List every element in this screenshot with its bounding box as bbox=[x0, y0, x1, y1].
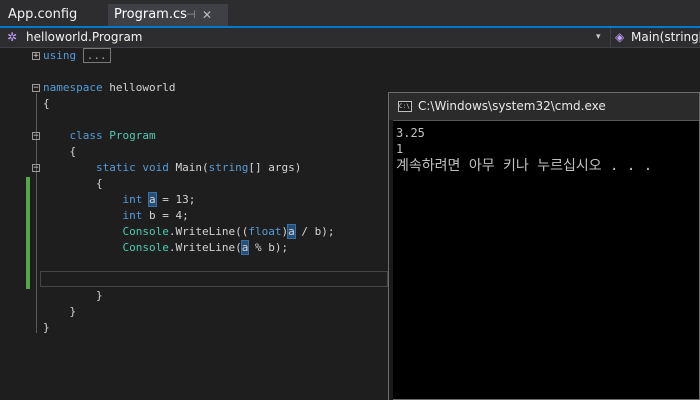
brace: } bbox=[69, 305, 77, 318]
keyword-namespace: namespace bbox=[43, 81, 103, 94]
cmd-output-line: 계속하려면 아무 키나 누르십시오 . . . bbox=[396, 158, 653, 174]
code-line-class: class Program bbox=[43, 128, 156, 144]
cmd-output-line: 3.25 bbox=[396, 126, 425, 140]
class-name: Program bbox=[109, 129, 156, 142]
brace: { bbox=[95, 177, 103, 190]
change-indicator-bar bbox=[26, 177, 30, 289]
expand-using-icon[interactable]: + bbox=[32, 52, 40, 61]
code-line-brace: { bbox=[43, 96, 50, 112]
brace: { bbox=[69, 145, 77, 158]
cmd-left-border bbox=[389, 120, 393, 400]
cmd-window[interactable]: C:\ C:\Windows\system32\cmd.exe 3.25 1 계… bbox=[388, 92, 700, 400]
tab-program-cs-label: Program.cs bbox=[114, 7, 187, 22]
code-line-main: static void Main(string[] args) bbox=[43, 160, 301, 176]
cmd-output-line: 1 bbox=[396, 142, 404, 156]
tab-app-config[interactable]: App.config bbox=[2, 4, 83, 26]
code-line-brace-close: } bbox=[43, 304, 77, 320]
collapse-method-icon[interactable]: − bbox=[32, 164, 40, 173]
keyword-class: class bbox=[69, 129, 103, 142]
method-name: Main( bbox=[175, 161, 209, 174]
keyword-void: void bbox=[142, 161, 169, 174]
type-dropdown[interactable]: ✲ helloworld.Program ▾ bbox=[0, 28, 608, 47]
console-class: Console bbox=[122, 241, 169, 254]
method-icon: ◈ bbox=[615, 30, 625, 44]
tab-program-cs[interactable]: Program.cs ⊣ ✕ bbox=[108, 4, 228, 26]
code-line-writeline-1: Console.WriteLine((float)a / b); bbox=[122, 224, 335, 239]
brace: } bbox=[95, 289, 103, 302]
assign-a: = 13; bbox=[155, 193, 196, 206]
namespace-name: helloworld bbox=[109, 81, 176, 94]
code-line-brace-close: } bbox=[43, 288, 103, 304]
fold-guide-method bbox=[36, 170, 37, 298]
collapse-class-icon[interactable]: − bbox=[32, 132, 40, 141]
brace: } bbox=[43, 321, 50, 334]
code-line-decl-a: int a = 13; bbox=[43, 192, 195, 208]
member-dropdown-label: Main(string[] bbox=[631, 30, 700, 44]
current-line-highlight bbox=[40, 271, 388, 287]
method-params: [] args) bbox=[248, 161, 302, 174]
writeline-args: / b); bbox=[294, 225, 335, 238]
brace: { bbox=[43, 97, 50, 110]
document-tab-strip: App.config Program.cs ⊣ ✕ bbox=[0, 0, 700, 26]
keyword-int: int bbox=[122, 193, 143, 206]
pin-icon[interactable]: ⊣ bbox=[186, 4, 196, 26]
keyword-string: string bbox=[208, 161, 249, 174]
close-icon[interactable]: ✕ bbox=[202, 4, 212, 26]
navigation-bar: ✲ helloworld.Program ▾ ◈ Main(string[] bbox=[0, 28, 700, 48]
chevron-down-icon: ▾ bbox=[596, 32, 601, 42]
code-line-decl-b: int b = 4; bbox=[43, 208, 189, 224]
code-line-brace: { bbox=[43, 144, 77, 160]
writeline-args: % b); bbox=[248, 241, 289, 254]
cmd-title: C:\Windows\system32\cmd.exe bbox=[418, 99, 606, 113]
code-line-brace: { bbox=[43, 176, 103, 192]
writeline-call: .WriteLine(( bbox=[168, 225, 249, 238]
code-line-using: using ... bbox=[43, 48, 111, 64]
cmd-icon: C:\ bbox=[398, 101, 412, 112]
console-class: Console bbox=[122, 225, 169, 238]
code-line-namespace: namespace helloworld bbox=[43, 80, 175, 96]
code-line-writeline-2: Console.WriteLine(a % b); bbox=[43, 240, 288, 256]
member-dropdown[interactable]: ◈ Main(string[] bbox=[610, 28, 700, 47]
class-icon: ✲ bbox=[7, 30, 18, 44]
cmd-title-bar[interactable]: C:\ C:\Windows\system32\cmd.exe bbox=[389, 93, 699, 121]
collapsed-region[interactable]: ... bbox=[82, 48, 111, 63]
keyword-using: using bbox=[43, 49, 77, 62]
decl-b: b = 4; bbox=[142, 209, 189, 222]
cmd-output: 3.25 1 계속하려면 아무 키나 누르십시오 . . . bbox=[396, 125, 652, 175]
keyword-float: float bbox=[248, 225, 282, 238]
tab-app-config-label: App.config bbox=[8, 7, 78, 22]
code-line-brace-close: } bbox=[43, 320, 50, 336]
variable-a-highlight: a bbox=[287, 224, 296, 239]
type-dropdown-label: helloworld.Program bbox=[26, 30, 143, 44]
variable-a-highlight: a bbox=[148, 192, 157, 207]
keyword-int: int bbox=[122, 209, 143, 222]
writeline-call: .WriteLine( bbox=[168, 241, 242, 254]
collapse-namespace-icon[interactable]: − bbox=[32, 84, 40, 93]
keyword-static: static bbox=[95, 161, 136, 174]
